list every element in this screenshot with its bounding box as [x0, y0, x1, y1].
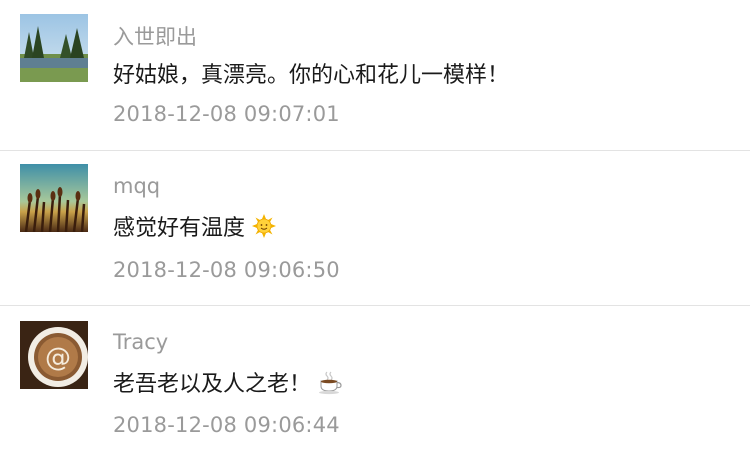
avatar[interactable] — [20, 14, 88, 82]
comment-text: 老吾老以及人之老！ — [113, 366, 343, 398]
landscape-avatar-icon — [20, 14, 88, 82]
wheat-field-avatar-icon — [20, 164, 88, 232]
comment-text: 感觉好有温度 — [113, 210, 277, 242]
comment-text: 好姑娘，真漂亮。你的心和花儿一模样！ — [113, 57, 509, 89]
comment-text-body: 好姑娘，真漂亮。你的心和花儿一模样！ — [113, 63, 510, 88]
comment-text-body: 老吾老以及人之老！ — [113, 372, 312, 397]
svg-text:@: @ — [45, 343, 71, 373]
sun-emoji-icon — [251, 213, 277, 239]
avatar[interactable]: @ — [20, 321, 88, 389]
comment-author[interactable]: Tracy — [113, 330, 168, 354]
latte-art-avatar-icon: @ — [20, 321, 88, 389]
comment-timestamp: 2018-12-08 09:06:50 — [113, 258, 340, 282]
comment-item[interactable]: @ Tracy 老吾老以及人之老！ 2018-12-08 09:06:44 — [0, 306, 750, 460]
comment-author[interactable]: mqq — [113, 174, 160, 198]
comment-list: 入世即出 好姑娘，真漂亮。你的心和花儿一模样！ 2018-12-08 09:07… — [0, 0, 750, 460]
comment-timestamp: 2018-12-08 09:06:44 — [113, 413, 340, 437]
comment-item[interactable]: 入世即出 好姑娘，真漂亮。你的心和花儿一模样！ 2018-12-08 09:07… — [0, 0, 750, 150]
comment-text-body: 感觉好有温度 — [113, 216, 246, 241]
comment-author[interactable]: 入世即出 — [113, 21, 197, 51]
comment-timestamp: 2018-12-08 09:07:01 — [113, 102, 340, 126]
coffee-cup-emoji-icon — [317, 369, 343, 395]
avatar[interactable] — [20, 164, 88, 232]
comment-item[interactable]: mqq 感觉好有温度 2018-12-08 09:06:50 — [0, 151, 750, 305]
